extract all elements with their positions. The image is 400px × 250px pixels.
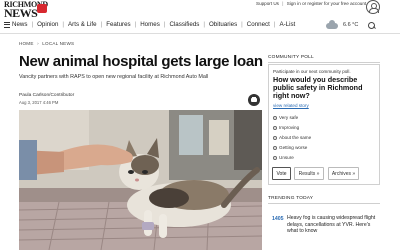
menu-icon[interactable] xyxy=(4,21,10,28)
nav-item-a-list[interactable]: A-List xyxy=(279,21,295,28)
article-photo xyxy=(19,110,262,250)
nav-item-connect[interactable]: Connect xyxy=(247,21,270,28)
site-logo[interactable]: RICHMOND NEWS xyxy=(4,1,48,20)
weather-temperature[interactable]: 6.6 °C xyxy=(343,22,358,28)
nav-item-classifieds[interactable]: Classifieds xyxy=(169,21,199,28)
radio-button[interactable] xyxy=(273,115,277,120)
poll-option[interactable]: Improving xyxy=(273,125,299,130)
poll-option-label: Improving xyxy=(279,125,300,130)
nav-item-arts-life[interactable]: Arts & Life xyxy=(68,21,97,28)
trending-count: 1405 xyxy=(272,216,284,222)
breadcrumb-section[interactable]: LOCAL NEWS xyxy=(42,41,74,46)
poll-option[interactable]: Very safe xyxy=(273,115,298,120)
user-icon[interactable] xyxy=(366,0,380,14)
nav-item-obituaries[interactable]: Obituaries xyxy=(209,21,237,28)
poll-option-label: About the same xyxy=(279,135,312,140)
radio-button[interactable] xyxy=(273,155,277,160)
support-us-link[interactable]: Support Us xyxy=(256,1,279,6)
poll-option[interactable]: Getting worse xyxy=(273,145,307,150)
breadcrumb: HOME › LOCAL NEWS xyxy=(19,41,74,46)
chevron-right-icon: › xyxy=(37,41,39,46)
cloud-icon[interactable] xyxy=(324,20,340,31)
results-button[interactable]: Results » xyxy=(294,167,324,180)
trending-header: TRENDING TODAY xyxy=(268,196,380,204)
article-subhead: Vancity partners with RAPS to open new r… xyxy=(19,74,209,80)
account-links: Support Us | Sign in or register for you… xyxy=(256,1,368,6)
sidebar: COMMUNITY POLL xyxy=(268,55,380,63)
poll-question: How would you describe public safety in … xyxy=(273,75,363,100)
article-author[interactable]: Paula Carlson/Contributor xyxy=(19,93,74,98)
print-icon[interactable] xyxy=(248,94,260,106)
poll-option-label: Getting worse xyxy=(279,145,308,150)
kitten-photo-illustration xyxy=(19,110,262,250)
main-nav: News | Opinion | Arts & Life | Features … xyxy=(0,17,400,34)
poll-option[interactable]: Unsure xyxy=(273,155,294,160)
vote-button[interactable]: Vote xyxy=(272,167,291,180)
radio-button[interactable] xyxy=(273,125,277,130)
article-headline: New animal hospital gets large loan xyxy=(19,53,263,70)
article-date: Aug 3, 2017 4:46 PM xyxy=(19,100,59,105)
poll-option[interactable]: About the same xyxy=(273,135,311,140)
nav-item-news[interactable]: News xyxy=(12,21,27,28)
radio-button[interactable] xyxy=(273,135,277,140)
radio-button[interactable] xyxy=(273,145,277,150)
logo-badge xyxy=(37,4,47,13)
poll-option-label: Very safe xyxy=(279,115,299,120)
nav-item-features[interactable]: Features xyxy=(106,21,130,28)
nav-item-homes[interactable]: Homes xyxy=(140,21,160,28)
signin-link[interactable]: Sign in or register for your free accoun… xyxy=(287,1,366,6)
search-icon[interactable] xyxy=(368,22,376,30)
trending-story-link[interactable]: Heavy fog is causing widespread flight d… xyxy=(287,215,377,235)
nav-item-opinion[interactable]: Opinion xyxy=(37,21,58,28)
poll-related-story-link[interactable]: view related story xyxy=(273,103,309,108)
archives-button[interactable]: Archives » xyxy=(328,167,359,180)
top-bar: RICHMOND NEWS Support Us | Sign in or re… xyxy=(0,0,400,20)
separator: | xyxy=(282,1,284,6)
poll-option-label: Unsure xyxy=(279,155,294,160)
poll-intro: Participate in our next community poll. xyxy=(273,69,351,74)
poll-header: COMMUNITY POLL xyxy=(268,55,380,63)
breadcrumb-home[interactable]: HOME xyxy=(19,41,34,46)
